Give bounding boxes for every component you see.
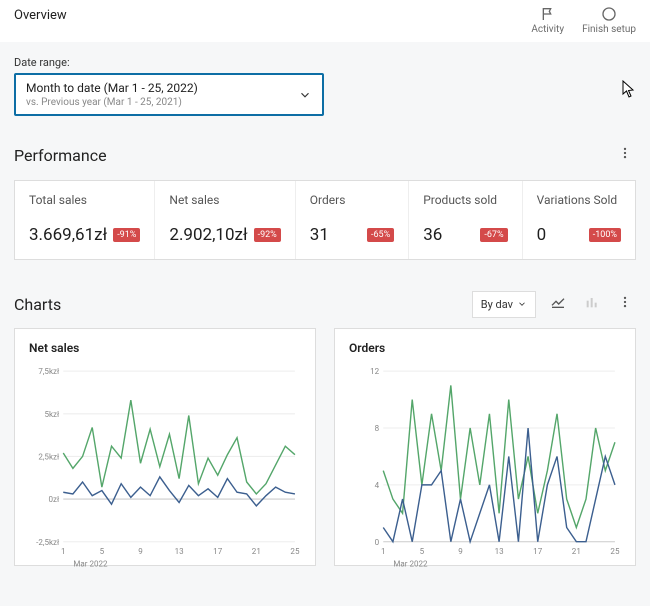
kpi-delta-badge: -65% [367, 228, 394, 242]
chart-title: Orders [349, 341, 621, 355]
svg-text:13: 13 [175, 546, 184, 556]
kpi-orders[interactable]: Orders 31 -65% [296, 181, 409, 259]
kpi-label: Net sales [169, 193, 280, 207]
svg-text:17: 17 [533, 546, 542, 556]
svg-text:0: 0 [375, 537, 380, 547]
charts-more-button[interactable] [614, 291, 636, 317]
header: Overview Activity Finish setup [0, 0, 650, 42]
svg-text:-2,5kzł: -2,5kzł [36, 537, 60, 547]
svg-text:13: 13 [495, 546, 504, 556]
kpi-value: 31 [310, 225, 329, 245]
kpi-value: 3.669,61zł [29, 225, 107, 245]
svg-text:9: 9 [138, 546, 143, 556]
kpi-value: 2.902,10zł [169, 225, 247, 245]
net-sales-chart: -2,5kzł 0zł 2,5kzł 5kzł 7,5kzł 1 5 9 13 17 21 25 Mar… [29, 365, 301, 570]
performance-header: Performance [14, 142, 636, 168]
activity-label: Activity [531, 24, 564, 35]
charts-header: Charts By dav [14, 290, 636, 318]
byday-select[interactable]: By dav [472, 291, 536, 318]
finish-setup-button[interactable]: Finish setup [582, 6, 636, 35]
date-range-label: Date range: [14, 56, 636, 69]
kpi-variations-sold[interactable]: Variations Sold 0 -100% [523, 181, 635, 259]
date-range-texts: Month to date (Mar 1 - 25, 2022) vs. Pre… [26, 81, 198, 108]
header-actions: Activity Finish setup [531, 6, 636, 35]
svg-text:Mar 2022: Mar 2022 [73, 558, 108, 568]
svg-text:5: 5 [100, 546, 105, 556]
svg-text:Mar 2022: Mar 2022 [393, 558, 428, 568]
svg-text:5kzł: 5kzł [44, 409, 60, 419]
svg-text:21: 21 [572, 546, 581, 556]
svg-text:12: 12 [370, 366, 379, 376]
date-range-sub: vs. Previous year (Mar 1 - 25, 2021) [26, 97, 198, 108]
svg-text:17: 17 [213, 546, 222, 556]
svg-text:8: 8 [375, 423, 380, 433]
kpi-value: 36 [423, 225, 442, 245]
flag-icon [540, 6, 556, 22]
svg-text:9: 9 [458, 546, 463, 556]
kpi-label: Total sales [29, 193, 140, 207]
line-chart-icon [550, 294, 566, 310]
kpi-total-sales[interactable]: Total sales 3.669,61zł -91% [15, 181, 155, 259]
chart-body: -2,5kzł 0zł 2,5kzł 5kzł 7,5kzł 1 5 9 13 17 21 25 Mar… [29, 365, 301, 570]
charts-controls: By dav [472, 290, 636, 318]
svg-text:2,5kzł: 2,5kzł [38, 451, 60, 461]
svg-text:4: 4 [375, 480, 380, 490]
chart-card-orders: Orders 0 4 8 12 1 5 9 13 17 21 25 Mar 2022 [334, 328, 636, 566]
svg-text:7,5kzł: 7,5kzł [38, 366, 60, 376]
svg-text:21: 21 [252, 546, 261, 556]
kpi-row: Total sales 3.669,61zł -91% Net sales 2.… [14, 180, 636, 260]
more-vertical-icon [618, 146, 632, 160]
kpi-net-sales[interactable]: Net sales 2.902,10zł -92% [155, 181, 295, 259]
kpi-delta-badge: -92% [254, 228, 281, 242]
finish-setup-label: Finish setup [582, 24, 636, 35]
performance-more-button[interactable] [614, 142, 636, 168]
charts-row: Net sales -2,5kzł 0zł 2,5kzł 5kzł 7,5kzł 1 5 9 1… [14, 328, 636, 566]
more-vertical-icon [618, 295, 632, 309]
bar-chart-view-button[interactable] [580, 290, 604, 318]
circle-icon [601, 6, 617, 22]
orders-chart: 0 4 8 12 1 5 9 13 17 21 25 Mar 2022 [349, 365, 621, 570]
svg-text:25: 25 [290, 546, 299, 556]
chart-card-net-sales: Net sales -2,5kzł 0zł 2,5kzł 5kzł 7,5kzł 1 5 9 1… [14, 328, 316, 566]
svg-text:1: 1 [61, 546, 66, 556]
kpi-delta-badge: -67% [480, 228, 507, 242]
chevron-down-icon [517, 299, 527, 309]
activity-button[interactable]: Activity [531, 6, 564, 35]
kpi-value: 0 [537, 225, 547, 245]
chevron-down-icon [298, 88, 312, 102]
page-title: Overview [14, 8, 67, 23]
line-chart-view-button[interactable] [546, 290, 570, 318]
svg-text:5: 5 [420, 546, 425, 556]
kpi-delta-badge: -100% [589, 228, 621, 242]
main: Date range: Month to date (Mar 1 - 25, 2… [0, 42, 650, 580]
svg-text:25: 25 [610, 546, 619, 556]
kpi-label: Variations Sold [537, 193, 621, 207]
chart-body: 0 4 8 12 1 5 9 13 17 21 25 Mar 2022 [349, 365, 621, 570]
date-range-main: Month to date (Mar 1 - 25, 2022) [26, 81, 198, 95]
date-range-select[interactable]: Month to date (Mar 1 - 25, 2022) vs. Pre… [14, 73, 324, 116]
kpi-products-sold[interactable]: Products sold 36 -67% [409, 181, 522, 259]
svg-text:1: 1 [381, 546, 386, 556]
kpi-delta-badge: -91% [113, 228, 140, 242]
svg-text:0zł: 0zł [49, 494, 60, 504]
performance-title: Performance [14, 146, 107, 165]
kpi-label: Products sold [423, 193, 507, 207]
charts-title: Charts [14, 295, 61, 314]
bar-chart-icon [584, 294, 600, 310]
byday-label: By dav [481, 298, 513, 311]
chart-title: Net sales [29, 341, 301, 355]
kpi-label: Orders [310, 193, 394, 207]
